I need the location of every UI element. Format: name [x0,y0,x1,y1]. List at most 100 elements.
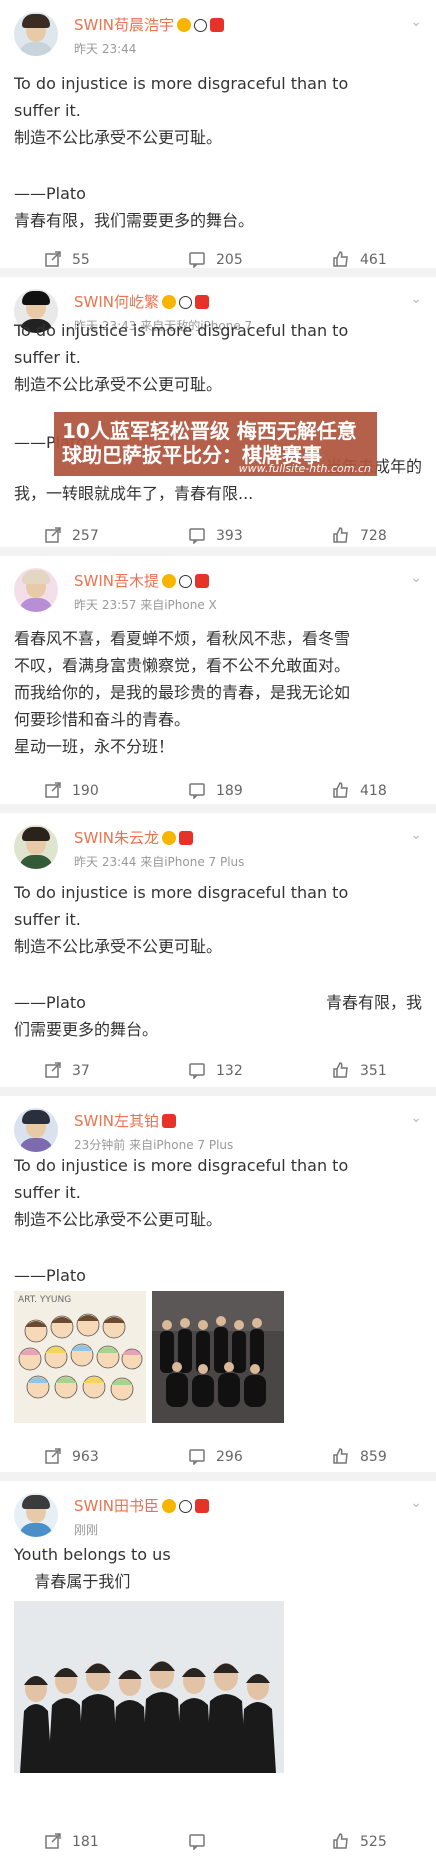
repost-button[interactable]: 963 [44,1444,99,1470]
chevron-down-icon[interactable]: ⌄ [410,14,422,30]
post-card: SWIN朱云龙 昨天 23:44 来自iPhone 7 Plus ⌄ To do… [0,813,436,1080]
comment-icon [189,528,205,545]
action-bar: 963 296 859 [0,1444,436,1470]
comment-button[interactable]: 132 [188,1058,243,1084]
like-button[interactable]: 859 [332,1444,387,1470]
repost-button[interactable]: 37 [44,1058,90,1084]
comment-icon [189,1449,205,1466]
post-text-zh: 制造不公比承受不公更可耻。 [14,1210,223,1229]
post-card: SWIN田书臣 刚刚 ⌄ Youth belongs to us 青春属于我们 [0,1481,436,1861]
post-text-en: To do injustice is more disgraceful than… [14,321,349,367]
post-signature: ——Plato [14,1266,86,1285]
comment-icon [189,1834,205,1851]
repost-button[interactable]: 181 [44,1829,99,1855]
thumbs-up-icon [333,1062,348,1078]
like-button[interactable]: 418 [332,778,387,804]
post-text-en: To do injustice is more disgraceful than… [14,1156,349,1202]
post-extra: 我，一转眼就成年了，青春有限... [14,484,254,503]
group-poster [14,1601,284,1773]
repost-icon [45,527,61,543]
username[interactable]: SWIN吾木提 [74,570,209,591]
chevron-down-icon[interactable]: ⌄ [410,570,422,586]
avatar[interactable] [14,1493,58,1537]
repost-icon [45,1833,61,1849]
ad-url: www.fullsite-hth.com.cn [238,462,371,475]
chevron-down-icon[interactable]: ⌄ [410,1110,422,1126]
post-meta: 刚刚 [74,1523,99,1537]
red-packet-icon [210,18,224,32]
chevron-down-icon[interactable]: ⌄ [410,827,422,843]
repost-icon [45,782,61,798]
username[interactable]: SWIN何屹繁 [74,291,209,312]
action-bar: 181 525 [0,1829,436,1855]
post-text-en: Youth belongs to us [14,1545,171,1564]
cartoon-group-illustration [14,1313,146,1423]
red-packet-icon [179,831,193,845]
action-bar: 37 132 351 [0,1058,436,1084]
vip-icon [162,574,176,588]
username[interactable]: SWIN田书臣 [74,1495,209,1516]
comment-button[interactable]: 296 [188,1444,243,1470]
username[interactable]: SWIN左其铂 [74,1110,176,1131]
panda-icon [194,19,207,32]
panda-icon [179,296,192,309]
panda-icon [179,575,192,588]
post-meta: 昨天 23:44 来自iPhone 7 Plus [74,855,245,869]
post-card: SWIN左其铂 23分钟前 来自iPhone 7 Plus ⌄ To do in… [0,1096,436,1481]
repost-icon [45,1062,61,1078]
separator [0,804,436,813]
post-image-cartoon[interactable]: ART. YYUNG [14,1291,146,1423]
post-card: SWIN苟晨浩宇 昨天 23:44 ⌄ To do injustice is m… [0,0,436,269]
red-packet-icon [195,1499,209,1513]
post-text-zh: 青春属于我们 [14,1572,131,1591]
post-text-zh: 制造不公比承受不公更可耻。 [14,375,223,394]
repost-button[interactable]: 257 [44,523,99,549]
comment-button[interactable]: 393 [188,523,243,549]
thumbs-up-icon [333,1833,348,1849]
like-button[interactable]: 351 [332,1058,387,1084]
vip-icon [162,1499,176,1513]
avatar[interactable] [14,1108,58,1152]
post-image-group-photo[interactable] [152,1291,284,1423]
avatar[interactable] [14,825,58,869]
post-meta: 23分钟前 来自iPhone 7 Plus [74,1138,234,1152]
post-meta: 昨天 23:57 来自iPhone X [74,598,217,612]
thumbs-up-icon [333,1448,348,1464]
like-button[interactable]: 525 [332,1829,387,1855]
post-text-en: To do injustice is more disgraceful than… [14,74,349,120]
action-bar: 190 189 418 [0,778,436,804]
comment-icon [189,1063,205,1080]
avatar[interactable] [14,568,58,612]
username[interactable]: SWIN苟晨浩宇 [74,14,224,35]
like-button[interactable]: 728 [332,523,387,549]
vip-icon [177,18,191,32]
red-packet-icon [195,574,209,588]
comment-icon [189,783,205,800]
comment-button[interactable] [188,1829,216,1855]
post-card: SWIN吾木提 昨天 23:57 来自iPhone X ⌄ 看春风不喜，看夏蝉不… [0,556,436,827]
post-image-group-poster[interactable] [14,1601,284,1773]
post-extra: 们需要更多的舞台。 [14,1020,159,1039]
comment-button[interactable]: 189 [188,778,243,804]
post-text-zh: 制造不公比承受不公更可耻。 [14,937,223,956]
separator [0,547,436,556]
separator [0,268,436,277]
image-caption: ART. YYUNG [18,1295,72,1305]
thumbs-up-icon [333,782,348,798]
post-meta: 昨天 23:44 [74,42,137,56]
post-text-zh: 制造不公比承受不公更可耻。 [14,128,223,147]
repost-icon [45,251,61,267]
panda-icon [179,1500,192,1513]
vip-icon [162,295,176,309]
separator [0,1472,436,1481]
username[interactable]: SWIN朱云龙 [74,827,193,848]
avatar[interactable] [14,12,58,56]
red-packet-icon [162,1114,176,1128]
post-signature: ——Plato [14,184,86,203]
chevron-down-icon[interactable]: ⌄ [410,1495,422,1511]
ad-banner[interactable]: 10人蓝军轻松晋级 梅西无解任意 球助巴萨扳平比分：棋牌赛事 www.fulls… [54,412,377,476]
chevron-down-icon[interactable]: ⌄ [410,291,422,307]
repost-button[interactable]: 190 [44,778,99,804]
post-text: 看春风不喜，看夏蝉不烦，看秋风不悲，看冬雪 不叹，看满身富贵懒察觉，看不公不允敢… [14,629,351,756]
repost-icon [45,1448,61,1464]
